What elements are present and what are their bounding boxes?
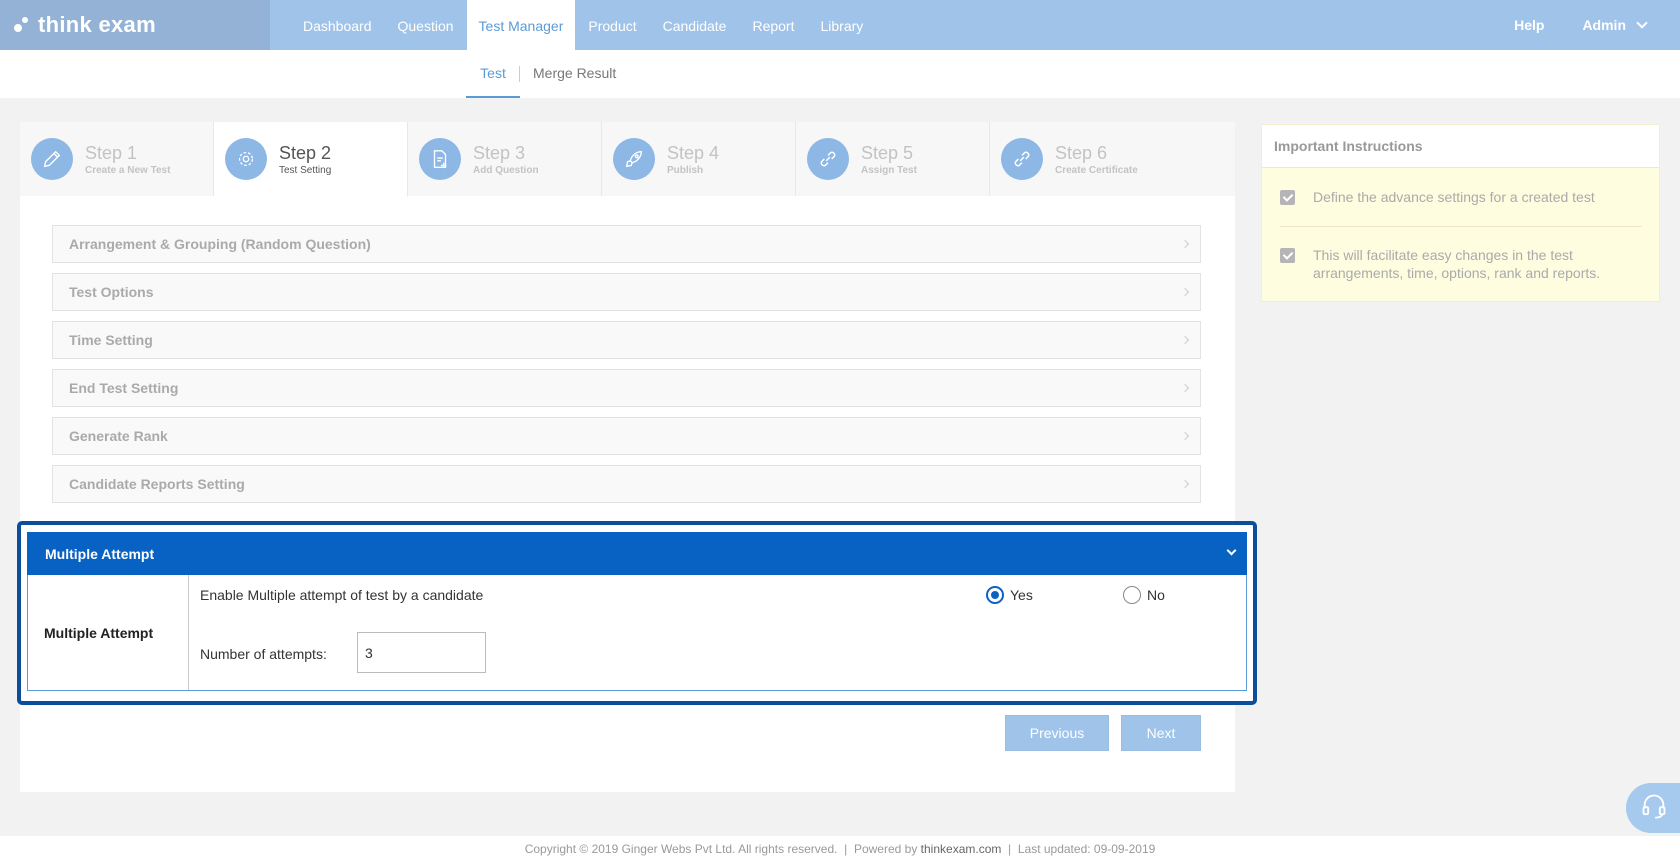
- chevron-right-icon: [1180, 479, 1190, 489]
- panel-title: Multiple Attempt: [45, 545, 155, 562]
- section-arrangement-grouping[interactable]: Arrangement & Grouping (Random Question): [52, 225, 1201, 263]
- radio-no[interactable]: No: [1123, 586, 1165, 604]
- step-subtitle: Assign Test: [861, 164, 917, 176]
- radio-selected-icon: [986, 586, 1004, 604]
- add-document-icon: [419, 138, 461, 180]
- step-5-tab[interactable]: Step 5 Assign Test: [796, 122, 990, 196]
- step-subtitle: Publish: [667, 164, 704, 176]
- previous-button[interactable]: Previous: [1005, 715, 1109, 751]
- sub-nav: Test Merge Result: [0, 50, 1680, 98]
- multiple-attempt-header[interactable]: Multiple Attempt: [27, 532, 1247, 575]
- step-2-tab[interactable]: Step 2 Test Setting: [214, 122, 408, 197]
- section-end-test-setting[interactable]: End Test Setting: [52, 369, 1201, 407]
- section-generate-rank[interactable]: Generate Rank: [52, 417, 1201, 455]
- gear-icon: [225, 138, 267, 180]
- instructions-title: Important Instructions: [1262, 125, 1659, 168]
- footer-separator: |: [1008, 842, 1012, 856]
- chevron-right-icon: [1180, 383, 1190, 393]
- step-subtitle: Add Question: [473, 164, 539, 176]
- chevron-right-icon: [1180, 287, 1190, 297]
- multiple-attempt-description: Enable Multiple attempt of test by a can…: [200, 587, 484, 603]
- step-subtitle: Create a New Test: [85, 164, 171, 176]
- step-3-tab[interactable]: Step 3 Add Question: [408, 122, 602, 196]
- nav-item-report[interactable]: Report: [739, 0, 807, 50]
- attempts-label: Number of attempts:: [200, 646, 327, 662]
- footer-separator: |: [844, 842, 848, 856]
- footer-powered-prefix: Powered by: [853, 842, 918, 856]
- link-icon: [1001, 138, 1043, 180]
- step-title: Step 1: [85, 142, 138, 163]
- help-link[interactable]: Help: [1514, 17, 1544, 33]
- section-title: Time Setting: [69, 332, 153, 348]
- chevron-down-icon: [1636, 17, 1648, 29]
- step-1-tab[interactable]: Step 1 Create a New Test: [20, 122, 214, 196]
- rocket-icon: [613, 138, 655, 180]
- section-title: Generate Rank: [69, 428, 168, 444]
- nav-item-test-manager[interactable]: Test Manager: [466, 0, 576, 50]
- step-title: Step 6: [1055, 142, 1108, 163]
- logo-text: think exam: [38, 12, 156, 37]
- section-title: End Test Setting: [69, 380, 179, 396]
- checkbox-checked-icon: [1280, 248, 1295, 263]
- chevron-down-icon: [1226, 545, 1237, 556]
- link-icon: [807, 138, 849, 180]
- nav-item-product[interactable]: Product: [575, 0, 649, 50]
- section-time-setting[interactable]: Time Setting: [52, 321, 1201, 359]
- instruction-item: This will facilitate easy changes in the…: [1280, 246, 1620, 282]
- chevron-right-icon: [1180, 431, 1190, 441]
- section-test-options[interactable]: Test Options: [52, 273, 1201, 311]
- nav-item-dashboard[interactable]: Dashboard: [290, 0, 385, 50]
- instruction-text: This will facilitate easy changes in the…: [1313, 247, 1601, 281]
- multiple-attempt-body: Multiple Attempt Enable Multiple attempt…: [27, 575, 1247, 691]
- nav-item-candidate[interactable]: Candidate: [650, 0, 740, 50]
- wizard-steps: Step 1 Create a New Test Step 2 Test Set…: [20, 122, 1235, 197]
- nav-item-library[interactable]: Library: [807, 0, 876, 50]
- section-title: Candidate Reports Setting: [69, 476, 245, 492]
- footer-last-updated: Last updated: 09-09-2019: [1017, 842, 1156, 856]
- step-title: Step 3: [473, 142, 526, 163]
- subnav-tab-merge-result[interactable]: Merge Result: [533, 50, 616, 98]
- section-title: Test Options: [69, 284, 154, 300]
- top-navbar: think exam Dashboard Question Test Manag…: [0, 0, 1680, 50]
- radio-unselected-icon: [1123, 586, 1141, 604]
- section-title: Arrangement & Grouping (Random Question): [69, 236, 371, 252]
- step-6-tab[interactable]: Step 6 Create Certificate: [990, 122, 1235, 196]
- footer-copyright: Copyright © 2019 Ginger Webs Pvt Ltd. Al…: [524, 842, 838, 856]
- footer: Copyright © 2019 Ginger Webs Pvt Ltd. Al…: [0, 836, 1680, 864]
- user-name: Admin: [1582, 17, 1626, 33]
- next-button[interactable]: Next: [1121, 715, 1201, 751]
- divider: [1280, 226, 1642, 227]
- subnav-divider: [519, 66, 520, 82]
- step-title: Step 5: [861, 142, 914, 163]
- logo[interactable]: think exam: [0, 0, 270, 50]
- radio-label: No: [1147, 587, 1165, 603]
- step-subtitle: Create Certificate: [1055, 164, 1138, 176]
- section-candidate-reports[interactable]: Candidate Reports Setting: [52, 465, 1201, 503]
- instructions-panel: Important Instructions Define the advanc…: [1261, 124, 1660, 302]
- logo-mark-icon: [12, 14, 34, 36]
- step-subtitle: Test Setting: [279, 164, 332, 176]
- row-label: Multiple Attempt: [28, 575, 189, 690]
- footer-powered-link[interactable]: thinkexam.com: [921, 842, 1002, 856]
- radio-label: Yes: [1010, 587, 1033, 603]
- instruction-item: Define the advance settings for a create…: [1280, 188, 1595, 206]
- headset-icon: [1640, 792, 1668, 825]
- main-nav: Dashboard Question Test Manager Product …: [290, 0, 876, 50]
- instruction-text: Define the advance settings for a create…: [1313, 189, 1595, 205]
- nav-item-question[interactable]: Question: [385, 0, 467, 50]
- chevron-right-icon: [1180, 335, 1190, 345]
- user-menu[interactable]: Admin: [1582, 17, 1648, 33]
- checkbox-checked-icon: [1280, 190, 1295, 205]
- subnav-tab-test[interactable]: Test: [466, 50, 520, 98]
- nav-right: Help Admin: [1514, 0, 1680, 50]
- support-chat-button[interactable]: [1626, 783, 1680, 833]
- step-4-tab[interactable]: Step 4 Publish: [602, 122, 796, 196]
- multiple-attempt-panel: Multiple Attempt Multiple Attempt Enable…: [17, 521, 1257, 705]
- step-title: Step 2: [279, 142, 332, 163]
- step-title: Step 4: [667, 142, 720, 163]
- radio-yes[interactable]: Yes: [986, 586, 1033, 604]
- chevron-right-icon: [1180, 239, 1190, 249]
- attempts-input[interactable]: [357, 632, 486, 673]
- pencil-icon: [31, 138, 73, 180]
